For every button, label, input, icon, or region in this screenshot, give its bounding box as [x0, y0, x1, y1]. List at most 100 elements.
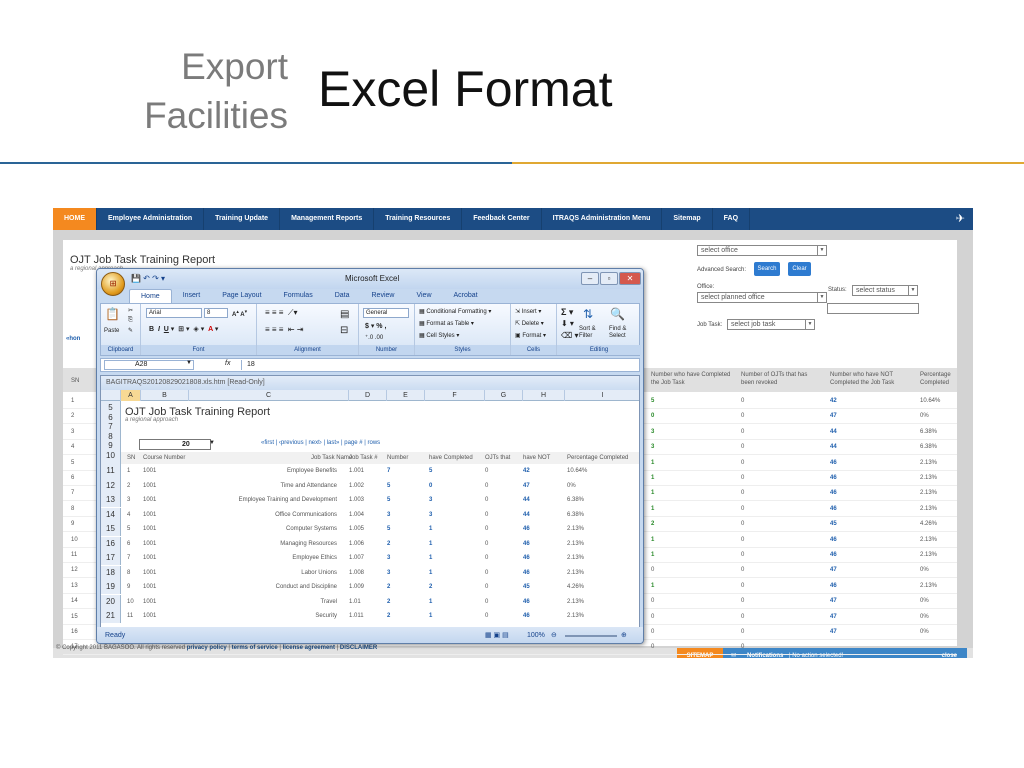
sheet-cell[interactable]: 2 — [387, 599, 390, 605]
sheet-cell[interactable]: 2 — [387, 541, 390, 547]
decimal-icons[interactable]: ⁺.0 .00 — [365, 334, 383, 341]
font-name-input[interactable]: Arial — [146, 308, 202, 318]
sheet-cell[interactable]: 2 — [429, 584, 432, 590]
tab-insert[interactable]: Insert — [172, 289, 212, 303]
sheet-cell[interactable]: 0 — [485, 613, 488, 619]
col-header-c[interactable]: C — [189, 390, 349, 401]
fill-icon[interactable]: ⬇ ▾ — [561, 319, 574, 328]
minimize-icon[interactable]: – — [581, 272, 599, 285]
row-header[interactable]: 20 — [101, 594, 121, 609]
sheet-cell[interactable]: 46 — [523, 541, 530, 547]
sheet-cell[interactable]: 44 — [523, 497, 530, 503]
sheet-cell[interactable]: 44 — [523, 512, 530, 518]
sheet-cell[interactable]: 1.008 — [349, 570, 364, 576]
sheet-cell[interactable]: 6 — [127, 541, 130, 547]
sheet-cell[interactable]: 10 — [127, 599, 134, 605]
wrap-text-icon[interactable]: ▤ — [340, 309, 349, 320]
sheet-cell[interactable]: 1.011 — [349, 613, 364, 619]
find-select-icon[interactable]: 🔍 — [610, 307, 625, 321]
sheet-cell[interactable]: 1 — [429, 555, 432, 561]
sheet-cell[interactable]: 2 — [127, 483, 130, 489]
find-select-label[interactable]: Find & Select — [609, 326, 639, 340]
sheet-cell[interactable]: 47 — [523, 483, 530, 489]
status-text-input[interactable] — [827, 303, 919, 314]
row-header[interactable]: 12 — [101, 478, 121, 493]
conditional-formatting-button[interactable]: ▦ Conditional Formatting ▾ — [419, 308, 491, 315]
sheet-cell[interactable]: 0 — [485, 584, 488, 590]
formula-input[interactable]: 18 — [241, 360, 631, 370]
sheet-cell[interactable]: 0 — [485, 526, 488, 532]
sheet-cell[interactable]: Security — [315, 613, 337, 619]
col-header-b[interactable]: B — [141, 390, 189, 401]
sheet-cell[interactable]: 1 — [429, 526, 432, 532]
row-header[interactable]: 7 — [101, 422, 121, 431]
format-painter-icon[interactable]: ✎ — [128, 327, 133, 334]
sheet-cell[interactable]: 1001 — [143, 497, 156, 503]
sheet-cell[interactable]: 1.006 — [349, 541, 364, 547]
sheet-cell[interactable]: Time and Attendance — [281, 483, 337, 489]
col-header-i[interactable]: I — [565, 390, 639, 401]
sheet-cell[interactable]: 0 — [485, 541, 488, 547]
row-header[interactable]: 14 — [101, 507, 121, 522]
tab-formulas[interactable]: Formulas — [273, 289, 324, 303]
nav-faq[interactable]: FAQ — [713, 208, 751, 230]
sheet-cell[interactable]: 2.13% — [567, 555, 584, 561]
nav-employee-administration[interactable]: Employee Administration — [97, 208, 205, 230]
sheet-cell[interactable]: 1 — [429, 570, 432, 576]
link-disclaimer[interactable]: DISCLAIMER — [340, 645, 377, 651]
col-header-a[interactable]: A — [121, 390, 141, 401]
sheet-cell[interactable]: Employee Ethics — [292, 555, 337, 561]
sheet-cell[interactable]: 10.64% — [567, 468, 587, 474]
row-header[interactable]: 5 — [101, 403, 121, 412]
row-header[interactable]: 18 — [101, 565, 121, 580]
row-header[interactable]: 19 — [101, 580, 121, 594]
align-horizontal-icons[interactable]: ≡ ≡ ≡ ⇤ ⇥ — [265, 325, 304, 334]
sheet-cell[interactable]: 7 — [387, 468, 390, 474]
nav-training-update[interactable]: Training Update — [204, 208, 281, 230]
sheet-cell[interactable]: 1.01 — [349, 599, 361, 605]
tab-view[interactable]: View — [405, 289, 442, 303]
number-format-select[interactable]: General — [363, 308, 409, 318]
sheet-cell[interactable]: Employee Benefits — [287, 468, 337, 474]
nav-itraqs-admin[interactable]: ITRAQS Administration Menu — [542, 208, 663, 230]
row-header[interactable]: 10 — [101, 450, 121, 460]
sheet-cell[interactable]: 5 — [387, 483, 390, 489]
sheet-cell[interactable]: 1001 — [143, 468, 156, 474]
sheet-cell[interactable]: 46 — [523, 599, 530, 605]
view-mode-icons[interactable]: ▦ ▣ ▤ — [485, 627, 509, 643]
zoom-out-icon[interactable]: ⊖ — [551, 627, 557, 643]
sheet-cell[interactable]: 9 — [127, 584, 130, 590]
paste-icon[interactable]: 📋 — [105, 307, 120, 321]
sheet-cell[interactable]: 3 — [127, 497, 130, 503]
name-box[interactable]: A28 — [104, 360, 194, 370]
rows-select[interactable]: 20 — [139, 439, 211, 450]
nav-training-resources[interactable]: Training Resources — [374, 208, 463, 230]
tab-review[interactable]: Review — [361, 289, 406, 303]
paste-button[interactable]: Paste — [104, 328, 119, 334]
sheet-cell[interactable]: 1001 — [143, 541, 156, 547]
close-icon[interactable]: ✕ — [619, 272, 641, 285]
sheet-cell[interactable]: 1.002 — [349, 483, 364, 489]
clear-button[interactable]: Clear — [788, 262, 811, 276]
search-button[interactable]: Search — [754, 262, 780, 276]
autosum-icon[interactable]: Σ ▾ — [561, 307, 573, 318]
sheet-cell[interactable]: 3 — [429, 497, 432, 503]
sheet-cell[interactable]: 1 — [429, 541, 432, 547]
pager-first-link[interactable]: «hon — [66, 336, 80, 342]
sheet-cell[interactable]: Labor Unions — [301, 570, 337, 576]
sheet-cell[interactable]: 1.005 — [349, 526, 364, 532]
sheet-cell[interactable]: 46 — [523, 526, 530, 532]
sheet-cell[interactable]: 0 — [485, 570, 488, 576]
zoom-slider[interactable] — [565, 635, 617, 637]
cut-icon[interactable]: ✂ — [128, 307, 133, 314]
select-all-corner[interactable] — [101, 390, 121, 401]
sheet-cell[interactable]: 2.13% — [567, 613, 584, 619]
nav-sitemap[interactable]: Sitemap — [662, 208, 713, 230]
sheet-cell[interactable]: 1001 — [143, 512, 156, 518]
sheet-cell[interactable]: 1.009 — [349, 584, 364, 590]
row-header[interactable]: 16 — [101, 536, 121, 551]
col-header-f[interactable]: F — [425, 390, 485, 401]
link-terms[interactable]: terms of service — [232, 645, 278, 651]
sheet-cell[interactable]: 0 — [485, 512, 488, 518]
row-header[interactable]: 9 — [101, 441, 121, 450]
